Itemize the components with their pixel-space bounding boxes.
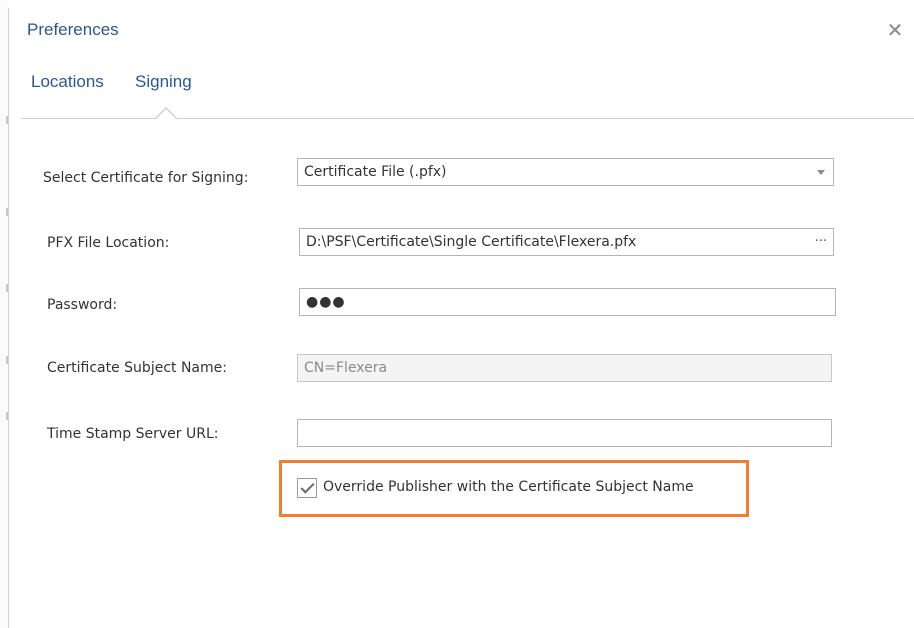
certificate-type-dropdown[interactable]: Certificate File (.pfx) [297, 158, 834, 186]
tab-locations[interactable]: Locations [31, 72, 104, 92]
left-edge [0, 0, 8, 628]
pfx-location-value: D:\PSF\Certificate\Single Certificate\Fl… [306, 234, 637, 250]
override-publisher-checkbox[interactable] [297, 478, 317, 498]
password-value: ●●● [306, 294, 346, 310]
pfx-location-field[interactable]: D:\PSF\Certificate\Single Certificate\Fl… [299, 228, 834, 256]
close-icon[interactable]: ✕ [886, 21, 904, 41]
selected-tab-indicator-fill [155, 109, 177, 120]
browse-button[interactable]: ··· [815, 229, 827, 255]
password-label: Password: [47, 297, 118, 313]
certificate-type-value: Certificate File (.pfx) [304, 164, 447, 180]
subject-name-label: Certificate Subject Name: [47, 360, 227, 376]
check-icon [300, 479, 315, 494]
preferences-dialog: Preferences ✕ Locations Signing Select C… [8, 8, 914, 628]
subject-name-value: CN=Flexera [304, 360, 388, 376]
timestamp-url-field[interactable] [297, 419, 832, 447]
timestamp-url-label: Time Stamp Server URL: [47, 426, 219, 442]
tab-signing[interactable]: Signing [135, 72, 192, 92]
subject-name-field: CN=Flexera [297, 354, 832, 382]
password-field[interactable]: ●●● [299, 288, 836, 316]
override-publisher-label[interactable]: Override Publisher with the Certificate … [323, 479, 694, 495]
dialog-title: Preferences [27, 20, 119, 39]
pfx-location-label: PFX File Location: [47, 235, 170, 251]
chevron-down-icon [817, 170, 825, 175]
select-certificate-label: Select Certificate for Signing: [43, 170, 249, 186]
